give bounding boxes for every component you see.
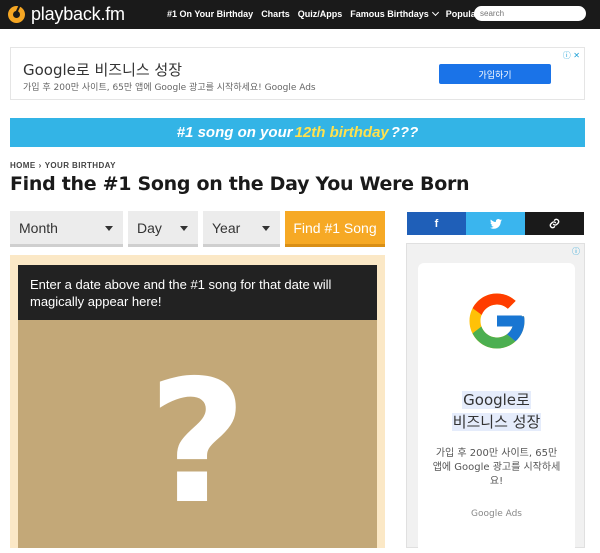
nav-link-famous-birthdays-label: Famous Birthdays xyxy=(350,9,429,19)
share-facebook-button[interactable]: f xyxy=(407,212,466,235)
find-song-button[interactable]: Find #1 Song xyxy=(285,211,385,247)
side-ad-title-line1: Google로 xyxy=(462,391,531,409)
breadcrumb-separator: › xyxy=(38,161,42,170)
side-ad[interactable]: ⓘ Google로 비즈니스 성장 가입 후 200만 사이트, 65만 앱에 … xyxy=(406,243,585,553)
year-select[interactable]: Year xyxy=(203,211,280,247)
share-link-button[interactable] xyxy=(525,212,584,235)
share-twitter-button[interactable] xyxy=(466,212,525,235)
side-ad-source: Google Ads xyxy=(471,509,522,519)
side-ad-card: Google로 비즈니스 성장 가입 후 200만 사이트, 65만 앱에 Go… xyxy=(418,263,575,553)
banner-highlight: 12th birthday xyxy=(294,124,389,141)
ad-signup-button[interactable]: 가입하기 xyxy=(439,64,551,84)
month-select[interactable]: Month xyxy=(10,211,123,247)
nav-links: #1 On Your Birthday Charts Quiz/Apps Fam… xyxy=(167,8,496,19)
year-select-value: Year xyxy=(212,219,241,236)
nav-link-birthday[interactable]: #1 On Your Birthday xyxy=(167,9,253,19)
result-panel: Enter a date above and the #1 song for t… xyxy=(10,255,385,548)
chevron-down-icon xyxy=(431,8,439,17)
day-select[interactable]: Day xyxy=(128,211,198,247)
facebook-icon: f xyxy=(434,217,439,230)
top-ad-banner[interactable]: Google로 비즈니스 성장 가입 후 200만 사이트, 65만 앱에 Go… xyxy=(10,47,585,100)
site-logo[interactable]: playback.fm xyxy=(8,4,125,25)
nav-link-charts[interactable]: Charts xyxy=(261,9,290,19)
caret-down-icon xyxy=(262,226,270,231)
site-name: playback.fm xyxy=(31,4,125,24)
month-select-value: Month xyxy=(19,219,58,236)
banner-suffix: ??? xyxy=(390,124,419,141)
caret-down-icon xyxy=(105,226,113,231)
adchoices-icon[interactable]: ⓘ xyxy=(572,246,580,257)
nav-link-quiz[interactable]: Quiz/Apps xyxy=(298,9,343,19)
google-logo-icon xyxy=(469,293,525,349)
page-title: Find the #1 Song on the Day You Were Bor… xyxy=(10,173,470,195)
banner-text: #1 song on your xyxy=(176,124,293,141)
question-mark-icon: ? xyxy=(148,344,247,542)
side-ad-subtitle: 가입 후 200만 사이트, 65만 앱에 Google 광고를 시작하세요! xyxy=(432,448,561,487)
twitter-bird-icon xyxy=(489,218,502,229)
top-navbar: playback.fm #1 On Your Birthday Charts Q… xyxy=(0,0,600,29)
breadcrumb-current[interactable]: YOUR BIRTHDAY xyxy=(45,161,116,170)
ad-subtitle: 가입 후 200만 사이트, 65만 앱에 Google 광고를 시작하세요! … xyxy=(23,83,316,93)
promo-banner[interactable]: #1 song on your 12th birthday ??? xyxy=(10,118,585,147)
day-select-value: Day xyxy=(137,219,162,236)
result-placeholder-image: ? xyxy=(18,320,377,548)
result-message: Enter a date above and the #1 song for t… xyxy=(18,265,377,320)
link-icon xyxy=(549,218,560,229)
ad-title: Google로 비즈니스 성장 xyxy=(23,61,183,79)
adchoices-icon[interactable]: ⓘ ✕ xyxy=(563,50,580,61)
caret-down-icon xyxy=(180,226,188,231)
search-input[interactable] xyxy=(474,6,586,21)
side-ad-title: Google로 비즈니스 성장 xyxy=(418,389,575,433)
breadcrumb: HOME › YOUR BIRTHDAY xyxy=(10,161,116,170)
side-ad-title-line2: 비즈니스 성장 xyxy=(451,413,542,431)
vinyl-logo-icon xyxy=(8,6,25,23)
breadcrumb-home[interactable]: HOME xyxy=(10,161,36,170)
nav-link-famous-birthdays[interactable]: Famous Birthdays xyxy=(350,8,439,19)
